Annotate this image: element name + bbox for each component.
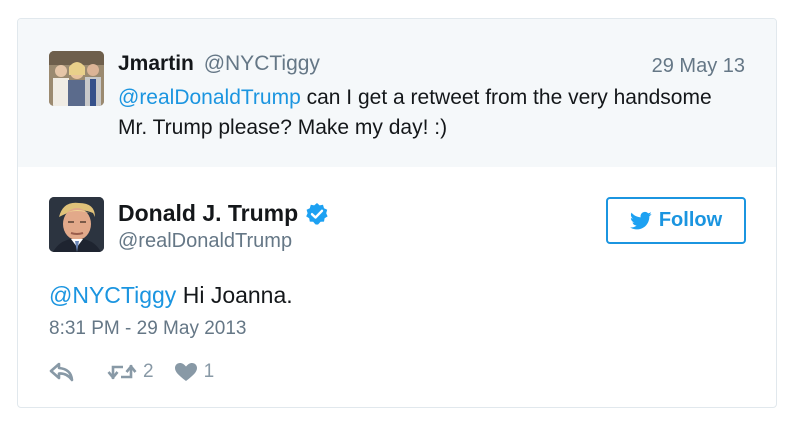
main-tweet-timestamp[interactable]: 8:31 PM - 29 May 2013 [49,318,247,340]
main-author-name[interactable]: Donald J. Trump [118,200,298,227]
parent-author-handle[interactable]: @NYCTiggy [204,52,320,75]
like-count: 1 [203,361,215,382]
main-tweet-text: @NYCTiggy Hi Joanna. [49,282,293,309]
heart-icon [174,363,197,381]
parent-author-name[interactable]: Jmartin [118,52,194,75]
parent-tweet-date[interactable]: 29 May 13 [652,55,745,78]
parent-tweet[interactable]: Jmartin @NYCTiggy 29 May 13 @realDonaldT… [18,19,776,167]
tweet-card: Jmartin @NYCTiggy 29 May 13 @realDonaldT… [17,18,777,408]
main-author-handle[interactable]: @realDonaldTrump [118,230,292,253]
main-author[interactable]: Donald J. Trump [118,200,329,227]
follow-button[interactable]: Follow [606,197,746,244]
tweet-actions: 2 1 [49,359,214,385]
retweet-button[interactable]: 2 [107,361,154,383]
like-button[interactable]: 1 [174,361,215,383]
reply-button[interactable] [49,362,75,382]
main-mention-link[interactable]: @NYCTiggy [49,282,176,308]
verified-badge-icon [305,202,329,226]
parent-avatar[interactable] [49,51,104,106]
retweet-count: 2 [143,361,154,382]
reply-icon [49,362,74,382]
main-tweet-body: Hi Joanna. [176,282,293,308]
retweet-icon [107,364,137,380]
parent-tweet-text: @realDonaldTrump can I get a retweet fro… [118,83,738,143]
twitter-bird-icon [629,211,652,229]
parent-author[interactable]: Jmartin @NYCTiggy [118,52,320,76]
main-avatar[interactable] [49,197,104,252]
parent-mention-link[interactable]: @realDonaldTrump [118,86,301,109]
follow-button-label: Follow [658,209,723,231]
